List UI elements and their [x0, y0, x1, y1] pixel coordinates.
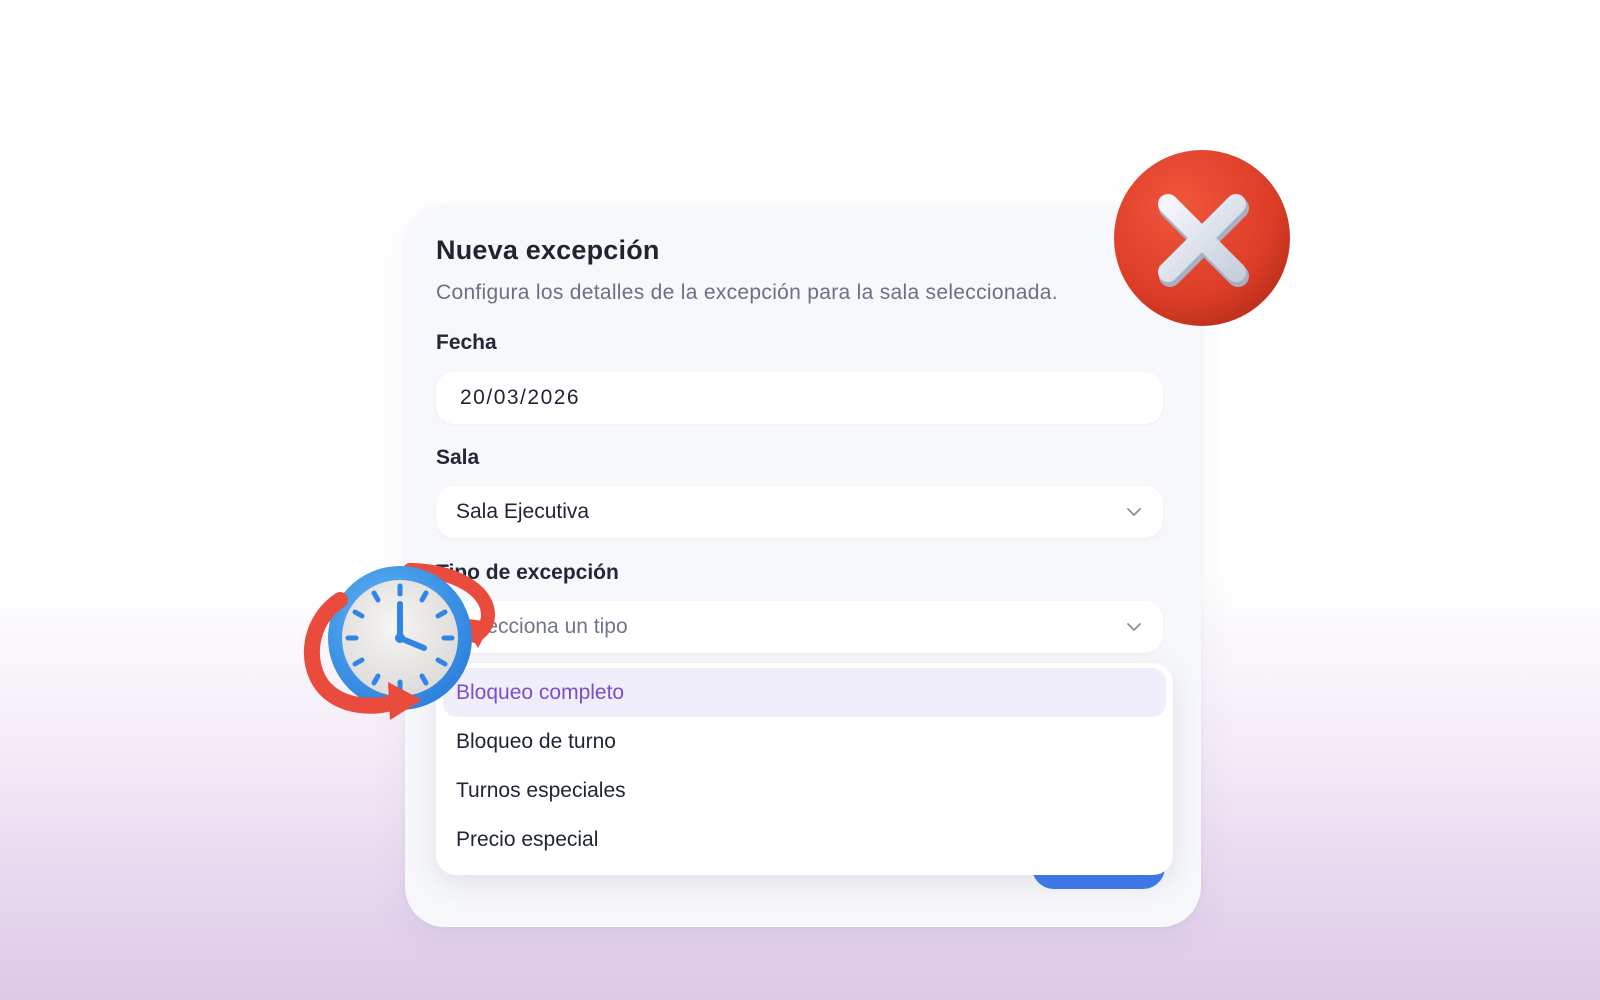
type-dropdown-menu: Bloqueo completo Bloqueo de turno Turnos… [436, 663, 1173, 875]
date-label: Fecha [436, 331, 497, 354]
modal-title: Nueva excepción [436, 235, 660, 265]
chevron-down-icon [1127, 623, 1141, 631]
room-select[interactable]: Sala Ejecutiva [436, 486, 1163, 538]
dropdown-option-turnos-especiales[interactable]: Turnos especiales [443, 766, 1166, 815]
close-x-icon [1114, 150, 1290, 326]
type-select[interactable]: Selecciona un tipo [436, 601, 1163, 653]
chevron-down-icon [1127, 508, 1141, 516]
dropdown-option-precio-especial[interactable]: Precio especial [443, 815, 1166, 864]
room-label: Sala [436, 446, 480, 469]
date-value: 20/03/2026 [460, 386, 581, 409]
dropdown-option-bloqueo-completo[interactable]: Bloqueo completo [443, 668, 1166, 717]
clock-refresh-icon [303, 563, 496, 720]
modal-subtitle: Configura los detalles de la excepción p… [436, 281, 1058, 304]
date-input[interactable]: 20/03/2026 [436, 372, 1163, 424]
exception-modal: Nueva excepción Configura los detalles d… [405, 205, 1201, 927]
room-value: Sala Ejecutiva [456, 500, 590, 523]
dropdown-option-bloqueo-de-turno[interactable]: Bloqueo de turno [443, 717, 1166, 766]
